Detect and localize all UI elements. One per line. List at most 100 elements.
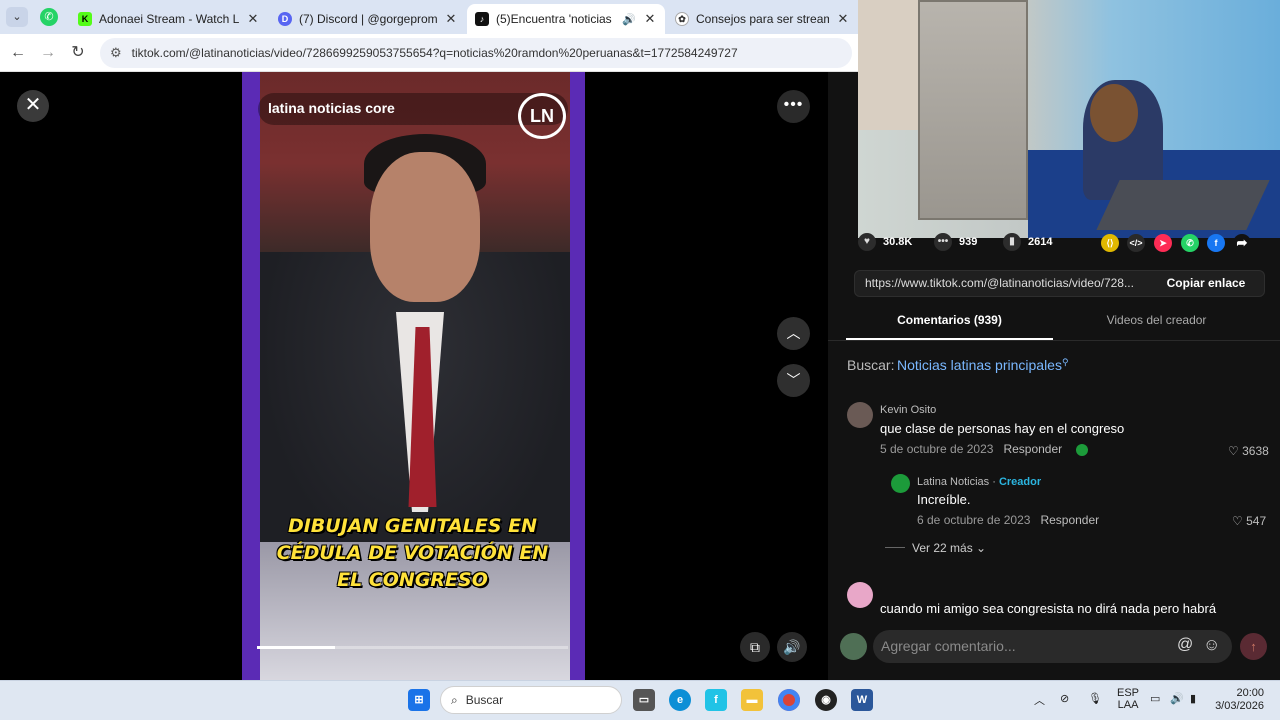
avatar[interactable] xyxy=(847,582,873,608)
copy-link-button[interactable]: Copiar enlace xyxy=(1147,271,1265,296)
bookmark-icon: ▮ xyxy=(1003,233,1021,251)
reply-like-button[interactable]: ♡ 547 xyxy=(1232,514,1266,528)
like-button[interactable]: ♥ 30.8K xyxy=(858,233,912,251)
whatsapp-pinned-tab[interactable]: ✆ xyxy=(40,8,58,26)
mention-icon[interactable]: @ xyxy=(1177,636,1193,654)
tab-title: Consejos para ser streamer xyxy=(696,12,829,26)
tab-creator-videos[interactable]: Videos del creador xyxy=(1053,313,1260,327)
volume-icon[interactable]: 🔊 xyxy=(777,632,807,662)
windows-start-icon[interactable]: ⊞ xyxy=(408,689,430,711)
heart-outline-icon: ♡ xyxy=(1232,514,1243,528)
video-link-text[interactable]: https://www.tiktok.com/@latinanoticias/v… xyxy=(865,276,1145,290)
close-viewer-button[interactable]: ✕ xyxy=(17,90,49,122)
battery-icon[interactable]: ▮ xyxy=(1190,692,1196,705)
video-progress-fill xyxy=(257,646,335,649)
floating-player-icon[interactable]: ⧉ xyxy=(740,632,770,662)
code-icon[interactable]: </> xyxy=(1127,234,1145,252)
network-off-icon[interactable]: ⊘ xyxy=(1060,692,1069,705)
comment-count: 939 xyxy=(959,236,978,248)
comment-button[interactable]: ••• 939 xyxy=(934,233,977,251)
tab-discord[interactable]: D (7) Discord | @gorgepromoter ✕ xyxy=(270,4,466,34)
telegram-icon[interactable]: ➤ xyxy=(1154,234,1172,252)
reply-date: 6 de octubre de 2023 xyxy=(917,513,1031,527)
webcam-laptop xyxy=(1096,180,1270,230)
clock[interactable]: 20:00 3/03/2026 xyxy=(1214,687,1264,713)
view-more-replies[interactable]: Ver 22 más ⌄ xyxy=(912,541,986,555)
chrome-icon[interactable] xyxy=(778,689,800,711)
close-icon[interactable]: ✕ xyxy=(643,11,657,27)
reload-icon[interactable]: ↻ xyxy=(66,41,90,65)
caption-line: CÉDULA DE VOTACIÓN EN xyxy=(276,542,549,564)
tab-streamer-tips[interactable]: ✿ Consejos para ser streamer ✕ xyxy=(667,4,858,34)
browser-tab-strip: ⌄ ✆ K Adonaei Stream - Watch Live o ✕ D … xyxy=(0,0,858,34)
search-icon: ⌕ xyxy=(451,692,458,707)
save-button[interactable]: ▮ 2614 xyxy=(1003,233,1052,251)
tab-tiktok[interactable]: ♪ (5)Encuentra 'noticias ramd 🔊 ✕ xyxy=(467,4,665,34)
close-icon[interactable]: ✕ xyxy=(444,11,458,27)
address-bar[interactable]: ⚙ tiktok.com/@latinanoticias/video/72866… xyxy=(100,38,852,68)
chevron-up-icon[interactable]: ︿ xyxy=(1034,692,1045,708)
tab-comments[interactable]: Comentarios (939) xyxy=(846,313,1053,327)
obs-icon[interactable]: ◉ xyxy=(815,689,837,711)
video-progress-bar[interactable] xyxy=(257,646,568,649)
embed-icon[interactable]: ⟨⟩ xyxy=(1101,234,1119,252)
search-suggestion-link[interactable]: Noticias latinas principales⚲ xyxy=(897,357,1069,373)
comment-author[interactable]: Kevin Osito xyxy=(880,404,936,416)
copy-link-row: https://www.tiktok.com/@latinanoticias/v… xyxy=(854,270,1265,297)
avatar xyxy=(840,633,867,660)
comment-meta: 5 de octubre de 2023 Responder xyxy=(880,442,1088,456)
avatar[interactable] xyxy=(847,402,873,428)
tab-title: Adonaei Stream - Watch Live o xyxy=(99,12,239,26)
tab-title: (5)Encuentra 'noticias ramd xyxy=(496,12,615,26)
word-icon[interactable]: W xyxy=(851,689,873,711)
thread-line xyxy=(885,547,905,548)
close-icon[interactable]: ✕ xyxy=(246,11,260,27)
more-options-icon[interactable]: ••• xyxy=(777,90,810,123)
comment-like-button[interactable]: ♡ 3638 xyxy=(1228,444,1269,458)
send-button[interactable]: ↑ xyxy=(1240,633,1267,660)
tab-search-menu-button[interactable]: ⌄ xyxy=(6,7,28,27)
reply-meta: 6 de octubre de 2023 Responder xyxy=(917,513,1099,527)
latina-logo: LN xyxy=(518,93,566,139)
facebook-icon[interactable]: f xyxy=(1207,234,1225,252)
emoji-icon[interactable]: ☺ xyxy=(1203,635,1220,655)
edge-icon[interactable]: e xyxy=(669,689,691,711)
share-arrow-icon[interactable]: ➦ xyxy=(1233,234,1251,252)
caption-line: DIBUJAN GENITALES EN xyxy=(287,515,538,537)
reply-button[interactable]: Responder xyxy=(1040,513,1099,527)
tab-divider xyxy=(828,340,1280,341)
file-explorer-icon[interactable]: ▬ xyxy=(741,689,763,711)
avatar[interactable] xyxy=(891,474,910,493)
task-view-icon[interactable]: ▭ xyxy=(633,689,655,711)
back-arrow-icon[interactable]: ← xyxy=(6,41,30,65)
audio-playing-icon[interactable]: 🔊 xyxy=(622,13,636,26)
whatsapp-icon[interactable]: ✆ xyxy=(1181,234,1199,252)
webcam-overlay xyxy=(858,0,1280,238)
speaker-icon[interactable]: 🔊 xyxy=(1170,692,1184,705)
forward-arrow-icon[interactable]: → xyxy=(36,41,60,65)
like-count: 30.8K xyxy=(883,236,913,248)
tab-kick[interactable]: K Adonaei Stream - Watch Live o ✕ xyxy=(70,4,268,34)
app-icon[interactable]: f xyxy=(705,689,727,711)
video-subject-face xyxy=(370,152,480,302)
microphone-icon[interactable]: 🎙 xyxy=(1088,692,1102,705)
reply-author: Latina Noticias · Creador xyxy=(917,476,1042,488)
save-count: 2614 xyxy=(1028,236,1053,248)
taskbar-search[interactable]: ⌕ Buscar xyxy=(440,686,622,714)
caption-line: EL CONGRESO xyxy=(337,569,488,591)
active-tab-underline xyxy=(846,338,1053,340)
previous-video-button[interactable]: ︿ xyxy=(777,317,810,350)
chevron-down-icon: ⌄ xyxy=(976,541,987,555)
tiktok-icon: ♪ xyxy=(475,12,489,26)
heart-icon: ♥ xyxy=(858,233,876,251)
reply-button[interactable]: Responder xyxy=(1003,442,1062,456)
heart-outline-icon: ♡ xyxy=(1228,444,1239,458)
next-video-button[interactable]: ﹀ xyxy=(777,364,810,397)
kick-icon: K xyxy=(78,12,92,26)
close-icon[interactable]: ✕ xyxy=(836,11,850,27)
language-indicator[interactable]: ESP LAA xyxy=(1117,687,1139,711)
site-settings-icon[interactable]: ⚙ xyxy=(110,45,122,61)
creator-badge: Creador xyxy=(998,476,1042,488)
display-icon[interactable]: ▭ xyxy=(1150,692,1160,705)
discord-icon: D xyxy=(278,12,292,26)
